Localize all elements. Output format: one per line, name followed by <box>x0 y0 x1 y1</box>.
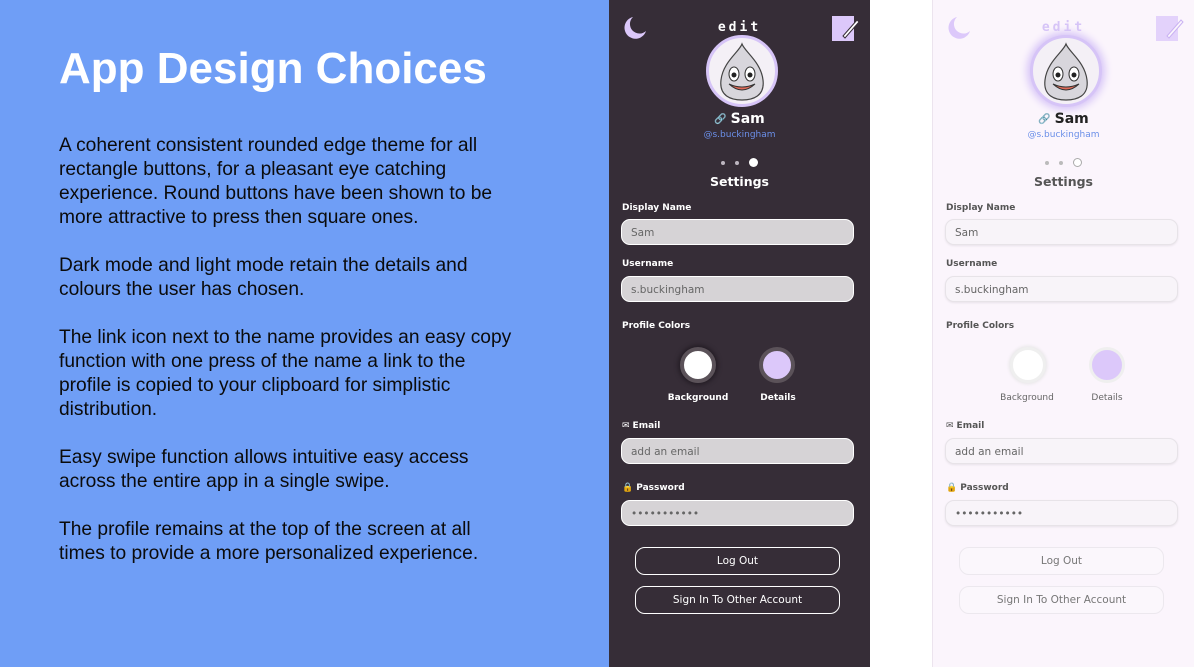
screen-gap <box>870 0 932 667</box>
email-label: Email <box>956 421 985 431</box>
paragraph-5: The profile remains at the top of the sc… <box>59 519 479 564</box>
slide-text-panel: App Design Choices A coherent consistent… <box>0 0 609 667</box>
profile-name-row[interactable]: 🔗 Sam <box>609 111 870 127</box>
email-field[interactable]: add an email <box>621 438 854 464</box>
background-label: Background <box>1000 393 1054 403</box>
page-dot[interactable] <box>1045 160 1049 165</box>
mail-icon: ✉ <box>622 421 630 431</box>
sign-in-other-account-button[interactable]: Sign In To Other Account <box>959 586 1164 614</box>
paragraph-3: The link icon next to the name provides … <box>59 327 512 420</box>
display-name-field[interactable]: Sam <box>621 219 854 245</box>
details-label: Details <box>760 393 796 403</box>
background-color-swatch[interactable] <box>680 347 716 383</box>
mail-icon: ✉ <box>946 421 954 431</box>
paragraph-2: Dark mode and light mode retain the deta… <box>59 255 468 300</box>
page-dot[interactable] <box>721 160 725 165</box>
edit-label[interactable]: edit <box>1024 20 1104 35</box>
slide-title: App Design Choices <box>59 44 487 93</box>
edit-note-icon[interactable] <box>1154 14 1184 44</box>
username-field[interactable]: s.buckingham <box>621 276 854 302</box>
password-field[interactable]: ••••••••••• <box>621 500 854 526</box>
page-dot-active[interactable] <box>1073 158 1082 167</box>
settings-title: Settings <box>709 174 769 189</box>
display-name-field[interactable]: Sam <box>945 219 1178 245</box>
profile-name[interactable]: Sam <box>731 111 765 127</box>
details-color-swatch[interactable] <box>759 347 795 383</box>
profile-handle: @s.buckingham <box>1027 130 1100 140</box>
avatar-edit[interactable]: edit <box>700 20 780 107</box>
display-name-label: Display Name <box>946 203 1016 213</box>
password-label: Password <box>960 483 1009 493</box>
moon-icon[interactable] <box>621 14 649 42</box>
email-label: Email <box>632 421 661 431</box>
background-color-swatch[interactable] <box>1010 347 1046 383</box>
email-field[interactable]: add an email <box>945 438 1178 464</box>
username-field[interactable]: s.buckingham <box>945 276 1178 302</box>
page-dots <box>609 152 870 171</box>
username-label: Username <box>622 259 674 269</box>
password-field[interactable]: ••••••••••• <box>945 500 1178 526</box>
paragraph-4: Easy swipe function allows intuitive eas… <box>59 447 469 492</box>
slide-paragraphs: A coherent consistent rounded edge theme… <box>59 134 519 590</box>
sign-in-other-account-button[interactable]: Sign In To Other Account <box>635 586 840 614</box>
password-label: Password <box>636 483 685 493</box>
password-label-row: 🔒 Password <box>622 483 685 493</box>
avatar[interactable] <box>705 35 778 107</box>
logout-button[interactable]: Log Out <box>635 547 840 575</box>
page-dot[interactable] <box>1059 160 1063 165</box>
moon-icon[interactable] <box>945 14 973 42</box>
password-label-row: 🔒 Password <box>946 483 1009 493</box>
link-icon[interactable]: 🔗 <box>1038 114 1050 125</box>
profile-handle: @s.buckingham <box>703 130 776 140</box>
light-mode-screen: edit 🔗 Sam @s.buckingham Settings Display… <box>932 0 1194 667</box>
display-name-label: Display Name <box>622 203 692 213</box>
link-icon[interactable]: 🔗 <box>714 114 726 125</box>
dark-mode-screen: edit 🔗 Sam @s.buckingham Settings Display… <box>609 0 870 667</box>
email-label-row: ✉ Email <box>622 421 660 431</box>
lock-icon: 🔒 <box>622 483 634 493</box>
slime-avatar-image <box>719 42 764 101</box>
settings-title: Settings <box>1033 174 1093 189</box>
lock-icon: 🔒 <box>946 483 958 493</box>
profile-name[interactable]: Sam <box>1055 111 1089 127</box>
page-dots <box>933 152 1194 171</box>
profile-name-row[interactable]: 🔗 Sam <box>933 111 1194 127</box>
edit-label[interactable]: edit <box>700 20 780 35</box>
email-label-row: ✉ Email <box>946 421 984 431</box>
page-dot-active[interactable] <box>749 158 758 167</box>
avatar-edit[interactable]: edit <box>1024 20 1104 107</box>
details-color-swatch[interactable] <box>1089 347 1125 383</box>
profile-colors-label: Profile Colors <box>946 321 1015 331</box>
logout-button[interactable]: Log Out <box>959 547 1164 575</box>
slime-avatar-image <box>1043 42 1088 101</box>
edit-note-icon[interactable] <box>830 14 860 44</box>
avatar[interactable] <box>1029 35 1102 107</box>
username-label: Username <box>946 259 998 269</box>
paragraph-1: A coherent consistent rounded edge theme… <box>59 135 493 228</box>
details-label: Details <box>1091 393 1123 403</box>
profile-colors-label: Profile Colors <box>622 321 691 331</box>
page-dot[interactable] <box>735 160 739 165</box>
background-label: Background <box>667 393 729 403</box>
